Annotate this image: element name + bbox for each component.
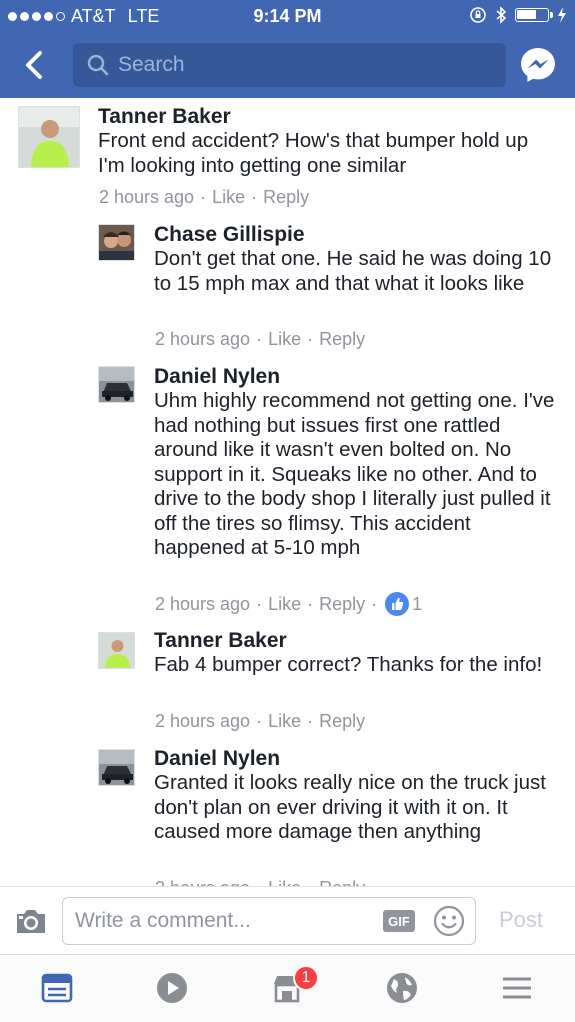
separator-dot: · [256, 593, 263, 614]
avatar[interactable] [98, 632, 135, 669]
search-placeholder: Search [118, 53, 185, 76]
comment-meta: 2 hours ago · Like · Reply · 1 [155, 592, 422, 616]
reply-link[interactable]: Reply [319, 594, 365, 615]
reply-link[interactable]: Reply [319, 329, 365, 350]
reply-link[interactable]: Reply [319, 878, 365, 886]
comment-reply: Tanner Baker Fab 4 bumper correct? Thank… [0, 628, 575, 746]
avatar[interactable] [98, 749, 135, 786]
separator-dot: · [256, 329, 263, 349]
comment-thread: Tanner Baker Front end accident? How's t… [0, 98, 575, 886]
comment-meta: 2 hours ago · Like · Reply [155, 878, 365, 886]
camera-icon[interactable] [14, 906, 48, 936]
news-feed-icon[interactable] [40, 971, 74, 1005]
separator-dot: · [307, 329, 314, 349]
comment-meta: 2 hours ago · Like · Reply [99, 187, 309, 208]
comment-meta: 2 hours ago · Like · Reply [155, 711, 365, 732]
avatar[interactable] [18, 106, 80, 168]
globe-icon[interactable] [385, 971, 419, 1005]
separator-dot: · [256, 878, 262, 886]
menu-icon[interactable] [500, 971, 534, 1005]
comment-author[interactable]: Daniel Nylen [154, 365, 280, 389]
comment-author[interactable]: Tanner Baker [98, 105, 231, 129]
comment-time[interactable]: 2 hours ago [155, 329, 250, 350]
avatar[interactable] [98, 224, 135, 261]
comment-author[interactable]: Chase Gillispie [154, 223, 305, 247]
charging-icon [558, 7, 566, 23]
messenger-icon[interactable] [519, 46, 557, 84]
like-link[interactable]: Like [268, 878, 301, 886]
battery-icon [515, 8, 553, 22]
comment-reply: Daniel Nylen Granted it looks really nic… [0, 746, 575, 886]
comment-text: Uhm highly recommend not getting one. I'… [154, 389, 555, 559]
reply-link[interactable]: Reply [319, 711, 365, 732]
separator-dot: · [307, 711, 314, 731]
bluetooth-icon [496, 6, 507, 24]
comment-time[interactable]: 2 hours ago [155, 711, 250, 732]
comment-text: Don't get that one. He said he was doing… [154, 247, 552, 295]
separator-dot: · [307, 593, 314, 614]
like-link[interactable]: Like [268, 594, 301, 615]
separator-dot: · [256, 711, 263, 731]
gif-button[interactable]: GIF [383, 910, 415, 932]
separator-dot: · [371, 593, 378, 614]
reaction-count[interactable]: 1 [412, 594, 422, 615]
comment-text: Front end accident? How's that bumper ho… [98, 129, 529, 177]
comment-time[interactable]: 2 hours ago [155, 594, 250, 615]
notification-badge: 1 [293, 965, 319, 991]
like-link[interactable]: Like [268, 329, 301, 350]
status-bar: AT&T LTE 9:14 PM [0, 0, 575, 34]
reply-link[interactable]: Reply [263, 187, 309, 208]
comment-placeholder: Write a comment... [75, 909, 251, 932]
header-bar: AT&T LTE 9:14 PM Search [0, 0, 575, 98]
search-icon [87, 54, 109, 76]
search-input[interactable]: Search [73, 43, 506, 87]
smiley-icon[interactable] [433, 905, 465, 937]
comment: Tanner Baker Front end accident? How's t… [0, 98, 575, 218]
comment-reply: Chase Gillispie Don't get that one. He s… [0, 218, 575, 360]
separator-dot: · [307, 878, 313, 886]
video-icon[interactable] [155, 971, 189, 1005]
status-right [469, 6, 567, 24]
avatar[interactable] [98, 366, 135, 403]
like-reaction-icon[interactable] [385, 592, 410, 616]
comment-composer: Write a comment... GIF Post [0, 886, 575, 954]
rotation-lock-icon [470, 7, 486, 23]
comment-time[interactable]: 2 hours ago [99, 187, 194, 208]
comment-author[interactable]: Tanner Baker [154, 629, 287, 653]
comment-reply: Daniel Nylen Uhm highly recommend not ge… [0, 360, 575, 628]
separator-dot: · [200, 187, 207, 207]
like-link[interactable]: Like [268, 711, 301, 732]
comment-author[interactable]: Daniel Nylen [154, 747, 280, 771]
comment-input[interactable]: Write a comment... GIF [62, 897, 476, 945]
comment-text: Granted it looks really nice on the truc… [154, 771, 546, 843]
like-link[interactable]: Like [212, 187, 245, 208]
separator-dot: · [251, 187, 258, 207]
comment-text: Fab 4 bumper correct? Thanks for the inf… [154, 653, 543, 676]
comment-meta: 2 hours ago · Like · Reply [155, 329, 365, 350]
bottom-tab-bar: 1 [0, 954, 575, 1022]
post-button[interactable]: Post [499, 907, 543, 933]
comment-time[interactable]: 2 hours ago [155, 878, 250, 886]
back-chevron-icon[interactable] [18, 45, 50, 85]
